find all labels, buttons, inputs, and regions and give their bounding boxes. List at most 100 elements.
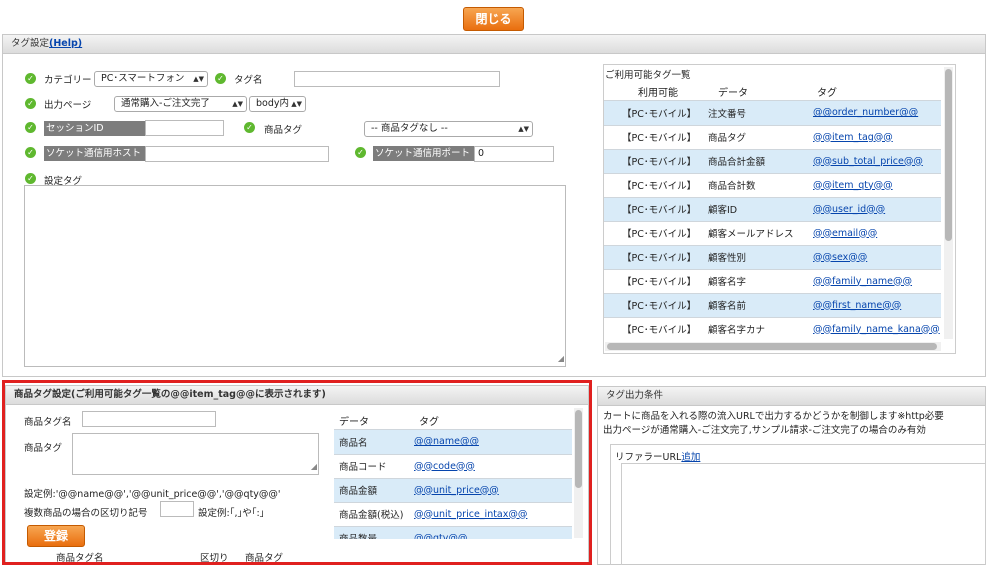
column-header-data: データ bbox=[718, 88, 748, 99]
chevron-updown-icon: ▲▼ bbox=[291, 100, 302, 108]
highlight-frame bbox=[2, 380, 592, 565]
tag-link[interactable]: @@order_number@@ bbox=[813, 107, 918, 118]
output-conditions-desc2: 出力ページが通常購入-ご注文完了,サンプル請求-ご注文完了の場合のみ有効 bbox=[603, 425, 926, 436]
tag-name-label: タグ名 bbox=[234, 75, 263, 86]
tag-row-tag-cell: @@first_name@@ bbox=[813, 293, 941, 318]
tag-row-data: 商品タグ bbox=[708, 125, 813, 150]
tag-row: 【PC･モバイル】 商品タグ @@item_tag@@ bbox=[604, 125, 941, 150]
tag-row-tag-cell: @@item_tag@@ bbox=[813, 125, 941, 150]
tag-row-data: 顧客性別 bbox=[708, 245, 813, 270]
check-icon: ✓ bbox=[25, 73, 36, 84]
available-tags-table: 【PC･モバイル】 注文番号 @@order_number@@ 【PC･モバイル】 商品… bbox=[604, 101, 941, 339]
tag-row-tag-cell: @@email@@ bbox=[813, 221, 941, 246]
chevron-updown-icon: ▲▼ bbox=[232, 100, 243, 108]
category-select[interactable]: PC･スマートフォン ▲▼ bbox=[94, 71, 208, 87]
output-page-label: 出力ページ bbox=[44, 100, 92, 111]
output-conditions-desc1: カートに商品を入れる際の流入URLで出力するかどうかを制御します※http必要 bbox=[603, 411, 944, 422]
tag-name-input[interactable] bbox=[294, 71, 500, 87]
tag-link[interactable]: @@user_id@@ bbox=[813, 204, 885, 215]
tag-row-data: 商品合計数 bbox=[708, 173, 813, 198]
column-header-tag: タグ bbox=[817, 88, 837, 99]
tag-row-usable: 【PC･モバイル】 bbox=[604, 149, 708, 174]
tag-row-usable: 【PC･モバイル】 bbox=[604, 293, 708, 318]
tag-link[interactable]: @@item_tag@@ bbox=[813, 132, 893, 143]
tag-row-data: 顧客名字カナ bbox=[708, 317, 813, 339]
tag-link[interactable]: @@family_name_kana@@ bbox=[813, 324, 940, 335]
check-icon: ✓ bbox=[25, 173, 36, 184]
referrer-label: リファラーURL追加 bbox=[615, 449, 700, 463]
check-icon: ✓ bbox=[25, 122, 36, 133]
tag-row-usable: 【PC･モバイル】 bbox=[604, 221, 708, 246]
check-icon: ✓ bbox=[25, 147, 36, 158]
tag-link[interactable]: @@item_qty@@ bbox=[813, 180, 893, 191]
tag-link[interactable]: @@family_name@@ bbox=[813, 276, 912, 287]
tag-row-usable: 【PC･モバイル】 bbox=[604, 173, 708, 198]
tag-row-usable: 【PC･モバイル】 bbox=[604, 197, 708, 222]
available-tags-header-row: 利用可能 データ タグ bbox=[604, 81, 941, 101]
tag-row: 【PC･モバイル】 顧客メールアドレス @@email@@ bbox=[604, 221, 941, 246]
check-icon: ✓ bbox=[244, 122, 255, 133]
available-tags-title: ご利用可能タグ一覧 bbox=[605, 70, 691, 81]
session-id-input[interactable] bbox=[145, 120, 224, 136]
scroll-thumb[interactable] bbox=[607, 343, 937, 350]
tag-row-data: 顧客名字 bbox=[708, 269, 813, 294]
check-icon: ✓ bbox=[355, 147, 366, 158]
add-referrer-link[interactable]: 追加 bbox=[681, 452, 700, 463]
tag-row-tag-cell: @@family_name@@ bbox=[813, 269, 941, 294]
category-label: カテゴリー bbox=[44, 75, 92, 86]
tag-row-data: 顧客ID bbox=[708, 197, 813, 222]
available-tags-hscrollbar[interactable] bbox=[605, 342, 941, 351]
socket-host-label: ソケット通信用ホスト bbox=[44, 146, 145, 161]
tag-row: 【PC･モバイル】 顧客性別 @@sex@@ bbox=[604, 245, 941, 270]
tag-row: 【PC･モバイル】 顧客ID @@user_id@@ bbox=[604, 197, 941, 222]
socket-port-input[interactable]: 0 bbox=[474, 146, 554, 162]
tag-row-data: 顧客名前 bbox=[708, 293, 813, 318]
setting-tag-textarea[interactable]: ◢ bbox=[24, 185, 566, 367]
tag-row: 【PC･モバイル】 注文番号 @@order_number@@ bbox=[604, 101, 941, 126]
tag-row-data: 顧客メールアドレス bbox=[708, 221, 813, 246]
tag-row-usable: 【PC･モバイル】 bbox=[604, 269, 708, 294]
tag-link[interactable]: @@sub_total_price@@ bbox=[813, 156, 923, 167]
available-tags-list: 利用可能 データ タグ 【PC･モバイル】 注文番号 @@order_number@… bbox=[604, 81, 941, 339]
tag-row: 【PC･モバイル】 顧客名字カナ @@family_name_kana@@ bbox=[604, 317, 941, 339]
socket-host-input[interactable] bbox=[145, 146, 329, 162]
referrer-label-text: リファラーURL bbox=[615, 452, 682, 463]
chevron-updown-icon: ▲▼ bbox=[518, 125, 529, 133]
tag-row-usable: 【PC･モバイル】 bbox=[604, 245, 708, 270]
output-conditions-header: タグ出力条件 bbox=[598, 387, 985, 406]
tag-row-tag-cell: @@item_qty@@ bbox=[813, 173, 941, 198]
tag-row-tag-cell: @@sex@@ bbox=[813, 245, 941, 270]
scroll-thumb[interactable] bbox=[945, 69, 952, 241]
tag-row: 【PC･モバイル】 商品合計数 @@item_qty@@ bbox=[604, 173, 941, 198]
tag-row: 【PC･モバイル】 商品合計金額 @@sub_total_price@@ bbox=[604, 149, 941, 174]
category-select-value: PC･スマートフォン bbox=[101, 73, 185, 84]
check-icon: ✓ bbox=[215, 73, 226, 84]
tag-row-tag-cell: @@user_id@@ bbox=[813, 197, 941, 222]
output-page-select-value: 通常購入-ご注文完了 bbox=[121, 98, 210, 109]
tag-row-tag-cell: @@sub_total_price@@ bbox=[813, 149, 941, 174]
tag-row-tag-cell: @@family_name_kana@@ bbox=[813, 317, 941, 339]
tag-row-usable: 【PC･モバイル】 bbox=[604, 101, 708, 126]
output-page-select[interactable]: 通常購入-ご注文完了 ▲▼ bbox=[114, 96, 247, 112]
close-button[interactable]: 閉じる bbox=[463, 7, 524, 31]
product-tag-select[interactable]: -- 商品タグなし -- ▲▼ bbox=[364, 121, 533, 137]
tag-link[interactable]: @@first_name@@ bbox=[813, 300, 901, 311]
chevron-updown-icon: ▲▼ bbox=[193, 75, 204, 83]
tag-row-data: 注文番号 bbox=[708, 101, 813, 126]
position-select[interactable]: body内 ▲▼ bbox=[249, 96, 306, 112]
column-header-usable: 利用可能 bbox=[638, 88, 678, 99]
tag-row-tag-cell: @@order_number@@ bbox=[813, 101, 941, 126]
socket-port-label: ソケット通信用ポート bbox=[373, 146, 474, 161]
output-conditions-title: タグ出力条件 bbox=[606, 390, 664, 401]
help-link[interactable]: (Help) bbox=[49, 38, 82, 49]
tag-row-data: 商品合計金額 bbox=[708, 149, 813, 174]
product-tag-select-value: -- 商品タグなし -- bbox=[371, 123, 448, 134]
available-tags-vscrollbar[interactable] bbox=[944, 67, 953, 339]
tag-link[interactable]: @@sex@@ bbox=[813, 252, 867, 263]
tag-link[interactable]: @@email@@ bbox=[813, 228, 877, 239]
referrer-list bbox=[621, 463, 986, 565]
tag-row: 【PC･モバイル】 顧客名前 @@first_name@@ bbox=[604, 293, 941, 318]
session-id-label: セッションID bbox=[44, 121, 145, 136]
tag-row-usable: 【PC･モバイル】 bbox=[604, 125, 708, 150]
tag-settings-title: タグ設定 bbox=[11, 38, 50, 49]
